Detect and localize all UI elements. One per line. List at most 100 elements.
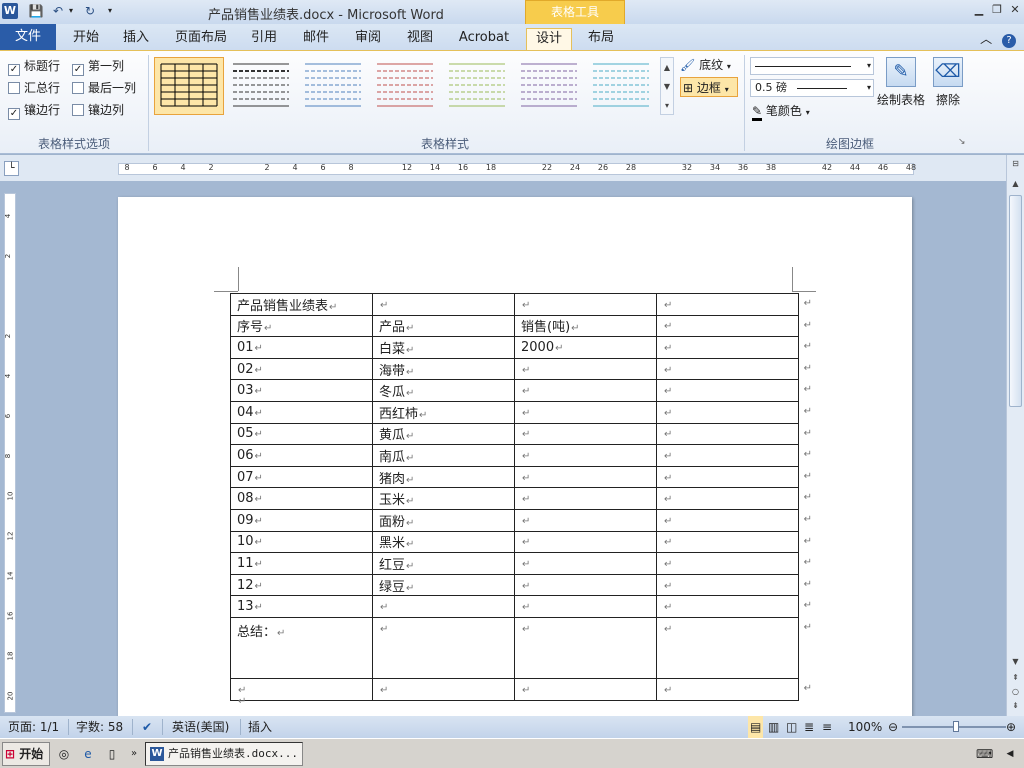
table-cell[interactable]: 12↵ [230, 573, 373, 597]
table-style-swatch[interactable] [442, 57, 512, 115]
table-cell[interactable]: ↵ ↵ [656, 487, 812, 510]
table-cell[interactable]: ↵ [514, 616, 657, 679]
tab-review[interactable]: 审阅 [348, 28, 388, 50]
table-cell[interactable]: ↵ ↵ [656, 336, 812, 359]
table-cell[interactable]: 绿豆↵ [372, 573, 515, 597]
table-cell[interactable]: 猪肉↵ [372, 465, 515, 489]
tab-insert[interactable]: 插入 [114, 28, 158, 50]
table-cell[interactable]: ↵ ↵ [656, 422, 812, 446]
table-cell[interactable]: ↵ ↵ [656, 530, 812, 554]
table-cell[interactable]: ↵ ↵ [656, 465, 812, 489]
zoom-level[interactable]: 100% [848, 716, 882, 738]
table-cell[interactable]: 冬瓜↵ [372, 379, 515, 402]
table-cell[interactable]: 白菜↵ [372, 336, 515, 359]
tab-layout[interactable]: 布局 [580, 28, 622, 50]
tab-file[interactable]: 文件 [0, 24, 56, 50]
undo-dropdown-icon[interactable]: ▾ [66, 3, 76, 19]
vertical-ruler[interactable]: 4 2 2 4 6 8 10 12 14 16 18 20 [4, 193, 16, 713]
table-cell[interactable]: ↵ ↵ [656, 314, 812, 338]
sales-table[interactable]: 产品销售业绩表↵ ↵ ↵ ↵ ↵ 序号↵ 产品↵ 销售(吨)↵ ↵ ↵ 01↵ 白菜↵ 2000↵ ↵ ↵ 0… [230, 293, 812, 701]
zoom-in-icon[interactable]: ⊕ [1006, 716, 1016, 738]
borders-button[interactable]: ⊞ 边框 ▾ [680, 77, 738, 97]
table-cell[interactable]: ↵ [514, 422, 657, 446]
table-cell[interactable]: 面粉↵ [372, 508, 515, 532]
insert-mode[interactable]: 插入 [248, 716, 272, 738]
table-cell[interactable]: 03↵ [230, 379, 373, 402]
table-cell[interactable]: 09↵ [230, 508, 373, 532]
tray-expand-icon[interactable]: ◀ [1002, 746, 1018, 762]
minimize-button[interactable]: ▁ [970, 2, 988, 18]
draft-icon[interactable]: ≡ [822, 716, 832, 738]
table-style-swatch[interactable] [226, 57, 296, 115]
page-count[interactable]: 页面: 1/1 [8, 716, 59, 738]
print-layout-icon[interactable]: ▤ [748, 716, 764, 738]
gallery-scroll[interactable]: ▲ ▼ ▾ [660, 57, 674, 115]
zoom-slider[interactable] [902, 721, 1006, 732]
web-layout-icon[interactable]: ◫ [786, 716, 797, 738]
gallery-down-icon[interactable]: ▼ [661, 77, 673, 96]
table-style-swatch[interactable] [370, 57, 440, 115]
language[interactable]: 英语(美国) [172, 716, 229, 738]
table-cell[interactable]: ↵ ↵ [656, 400, 812, 424]
customize-qat-icon[interactable]: ▾ [104, 3, 116, 19]
table-cell[interactable]: ↵ [514, 677, 657, 701]
gallery-more-icon[interactable]: ▾ [661, 96, 673, 115]
start-button[interactable]: ⊞ 开始 [2, 742, 50, 766]
tab-home[interactable]: 开始 [64, 28, 108, 50]
table-cell[interactable]: ↵ [514, 293, 657, 316]
table-cell[interactable]: ↵ ↵ [656, 616, 812, 679]
word-app-icon[interactable]: W [2, 3, 18, 19]
restore-button[interactable]: ❐ [988, 2, 1006, 18]
table-cell[interactable]: 08↵ [230, 487, 373, 510]
table-cell[interactable]: 产品销售业绩表↵ [230, 293, 373, 316]
table-cell[interactable]: 玉米↵ [372, 487, 515, 510]
table-cell[interactable]: ↵ [514, 444, 657, 467]
split-icon[interactable]: ⊟ [1009, 157, 1022, 171]
table-cell[interactable]: ↵ ↵ [656, 552, 812, 575]
horizontal-ruler[interactable]: 8 6 4 2 2 4 6 8 12 14 16 18 22 24 26 28 32 34 36 38 42 44 46 48 [118, 163, 916, 175]
table-cell[interactable]: 02↵ [230, 357, 373, 381]
tab-acrobat[interactable]: Acrobat [452, 28, 516, 50]
table-cell[interactable]: ↵ [514, 530, 657, 554]
taskbar-word-window[interactable]: W 产品销售业绩表.docx... [145, 742, 303, 766]
table-cell[interactable]: 海带↵ [372, 357, 515, 381]
table-cell[interactable]: ↵ [514, 508, 657, 532]
table-cell[interactable]: ↵ ↵ [656, 595, 812, 618]
ie-browser-icon[interactable]: e [80, 746, 96, 762]
table-cell[interactable]: ↵ ↵ [656, 444, 812, 467]
close-button[interactable]: ✕ [1006, 2, 1024, 18]
zoom-slider-thumb[interactable] [953, 721, 959, 732]
scroll-down-icon[interactable]: ▼ [1009, 655, 1022, 669]
table-cell[interactable]: ↵ [514, 357, 657, 381]
tab-view[interactable]: 视图 [400, 28, 440, 50]
checkbox-first-column[interactable]: ✓ 第一列 [72, 57, 124, 76]
table-cell[interactable]: ↵ [514, 379, 657, 402]
table-cell[interactable]: ↵ [514, 552, 657, 575]
full-screen-reading-icon[interactable]: ▥ [768, 716, 779, 738]
tab-page-layout[interactable]: 页面布局 [170, 28, 232, 50]
proofing-icon[interactable]: ✔ [142, 716, 152, 738]
tab-design[interactable]: 设计 [526, 28, 572, 50]
table-cell[interactable]: 销售(吨)↵ [514, 314, 657, 338]
table-cell[interactable]: 07↵ [230, 465, 373, 489]
scroll-up-icon[interactable]: ▲ [1009, 177, 1022, 191]
table-cell[interactable]: 10↵ [230, 530, 373, 554]
eraser-button[interactable]: ⌫ 擦除 [930, 57, 966, 108]
table-cell[interactable]: 13↵ [230, 595, 373, 618]
table-cell[interactable]: ↵ [372, 616, 515, 679]
table-cell[interactable]: 红豆↵ [372, 552, 515, 575]
table-cell[interactable]: ↵ ↵ [656, 508, 812, 532]
quick-launch-icon[interactable]: ▯ [104, 746, 120, 762]
table-cell[interactable]: 11↵ [230, 552, 373, 575]
table-cell[interactable]: 06↵ [230, 444, 373, 467]
checkbox-header-row[interactable]: ✓ 标题行 [8, 57, 60, 76]
table-cell[interactable]: ↵ [514, 573, 657, 597]
browse-object-icon[interactable]: ○ [1009, 685, 1022, 699]
vertical-scrollbar[interactable]: ⊟ ▲ ▼ ⇞ ○ ⇟ [1006, 155, 1024, 716]
table-cell[interactable]: 西红柿↵ [372, 400, 515, 424]
help-icon[interactable]: ? [1002, 34, 1016, 48]
quick-launch-more-icon[interactable]: » [126, 746, 142, 762]
keyboard-tray-icon[interactable]: ⌨ [976, 746, 993, 762]
word-count[interactable]: 字数: 58 [76, 716, 123, 738]
table-cell[interactable]: ↵ ↵ [656, 293, 812, 316]
